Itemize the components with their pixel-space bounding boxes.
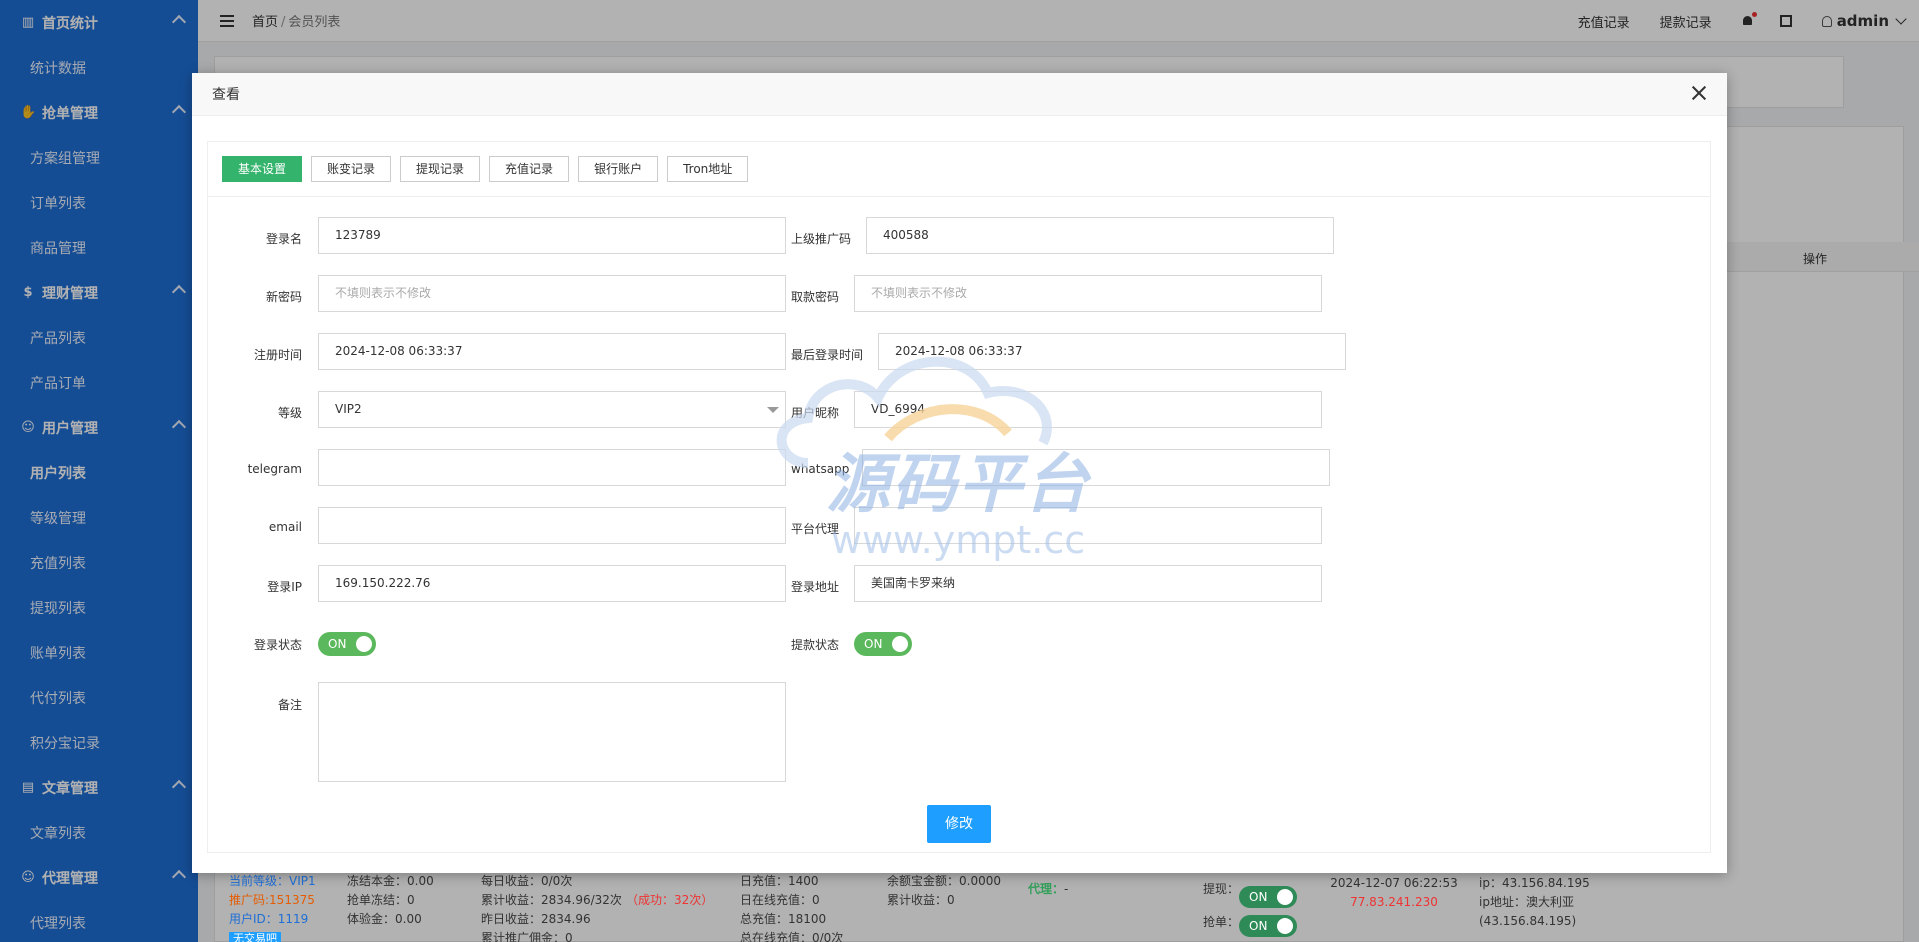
row-col-switches: 提现： 抢单： ON ON [1203,880,1297,942]
withdraw-toggle-text: ON [1249,890,1268,904]
current-level: 当前等级：VIP1 [229,874,316,888]
ip-detail: (43.156.84.195) [1479,914,1577,928]
last-login-input[interactable]: 2024-12-08 06:33:37 [878,333,1346,370]
grab-switch-label: 抢单： [1203,915,1240,929]
withdraw-toggle[interactable]: ON [1239,886,1297,908]
login-status-label: 登录状态 [253,638,302,652]
ip-location: ip地址：澳大利亚 [1479,895,1574,909]
yesterday-income: 昨日收益：2834.96 [481,912,591,926]
whatsapp-label: whatsapp [791,462,850,476]
modal-title: 查看 [212,87,240,103]
remark-textarea[interactable] [318,682,786,782]
modal-body: 基本设置 账变记录 提现记录 充值记录 银行账户 Tron地址 登录名 123789 上级… [207,141,1711,853]
grab-frozen: 抢单冻结：0 [347,893,415,907]
withdraw-password-input[interactable]: 不填则表示不修改 [854,275,1322,312]
last-login-label: 最后登录时间 [791,348,864,362]
row-col-login: 2024-12-07 06:22:53 77.83.241.230 [1329,874,1459,942]
email-label: email [268,520,302,534]
agent-label: 代理： [1028,882,1065,896]
promo-code: 推广码:151375 [229,893,315,907]
withdraw-status-label: 提款状态 [791,638,840,652]
modal-header: 查看 [192,73,1727,116]
total-recharge: 总充值：18100 [740,912,827,926]
frozen-principal: 冻结本金：0.00 [347,874,434,888]
login-name-input[interactable]: 123789 [318,217,786,254]
level-select[interactable]: VIP2 [318,391,786,428]
ip: ip：43.156.84.195 [1479,876,1590,890]
toggle-knob [1277,918,1293,934]
level-label: 等级 [277,406,302,420]
new-password-label: 新密码 [265,290,302,304]
row-col-recharge: 日充值：1400 日在线充值：0 总充值：18100 总在线充值：0/0次 [740,872,860,942]
success-count: （成功：32次） [625,893,714,907]
login-ip-input[interactable]: 169.150.222.76 [318,565,786,602]
daily-income: 每日收益：0/0次 [481,874,573,888]
yuebao-income: 累计收益：0 [887,893,955,907]
toggle-knob [356,636,372,652]
login-ip-label: 登录IP [267,580,302,594]
daily-online-recharge: 日在线充值：0 [740,893,820,907]
row-col-ip: ip：43.156.84.195 ip地址：澳大利亚 (43.156.84.19… [1479,874,1619,942]
close-icon[interactable] [1691,85,1707,101]
submit-button[interactable]: 修改 [927,805,991,843]
row-col-level: 当前等级：VIP1 推广码:151375 用户ID：1119 无交易吧 [229,872,329,942]
yuebao-amount: 余额宝金额：0.0000 [887,874,1001,888]
user-id: 用户ID：1119 [229,912,309,926]
total-online-recharge: 总在线充值：0/0次 [740,931,844,942]
telegram-input[interactable] [318,449,786,486]
toggle-knob [1277,889,1293,905]
register-time-input[interactable]: 2024-12-08 06:33:37 [318,333,786,370]
total-commission: 累计推广佣金：0 [481,931,573,942]
withdraw-password-label: 取款密码 [791,290,840,304]
grab-toggle-text: ON [1249,919,1268,933]
whatsapp-input[interactable] [862,449,1330,486]
platform-agent-label: 平台代理 [791,522,840,536]
platform-agent-input[interactable] [854,507,1322,544]
login-status-toggle[interactable]: ON [318,632,376,656]
withdraw-status-toggle[interactable]: ON [854,632,912,656]
level-value: VIP2 [335,402,362,416]
row-col-yuebao: 余额宝金额：0.0000 累计收益：0 [887,872,1017,942]
email-input[interactable] [318,507,786,544]
total-income: 累计收益：2834.96/32次 [481,893,622,907]
toggle-knob [892,636,908,652]
remark-label: 备注 [277,698,302,712]
withdraw-status-text: ON [864,637,883,651]
nickname-label: 用户昵称 [791,406,840,420]
login-address-input[interactable]: 美国南卡罗来纳 [854,565,1322,602]
new-password-input[interactable]: 不填则表示不修改 [318,275,786,312]
trial-fund: 体验金：0.00 [347,912,422,926]
row-col-agent: 代理：- [1028,880,1118,942]
no-trade-button[interactable]: 无交易吧 [229,932,281,942]
daily-recharge: 日充值：1400 [740,874,819,888]
view-member-modal: 查看 基本设置 账变记录 提现记录 充值记录 银行账户 Tron地址 登录名 123789… [192,73,1727,873]
row-col-frozen: 冻结本金：0.00 抢单冻结：0 体验金：0.00 [347,872,457,942]
login-status-text: ON [328,637,347,651]
dropdown-arrow-icon [767,407,779,413]
grab-toggle[interactable]: ON [1239,915,1297,937]
last-login-time: 2024-12-07 06:22:53 [1330,876,1458,890]
withdraw-switch-label: 提现： [1203,882,1240,896]
agent-value: - [1064,882,1069,896]
parent-code-input[interactable]: 400588 [866,217,1334,254]
last-login-ip: 77.83.241.230 [1350,895,1438,909]
telegram-label: telegram [247,462,302,476]
login-address-label: 登录地址 [791,580,840,594]
nickname-input[interactable]: VD_6994 [854,391,1322,428]
register-time-label: 注册时间 [253,348,302,362]
login-name-label: 登录名 [265,232,302,246]
basic-settings-form: 登录名 123789 上级推广码 400588 新密码 不填则表示不修改 取款密… [208,142,1710,852]
parent-code-label: 上级推广码 [791,232,852,246]
row-col-income: 每日收益：0/0次 累计收益：2834.96/32次 （成功：32次） 昨日收益：… [481,872,721,942]
